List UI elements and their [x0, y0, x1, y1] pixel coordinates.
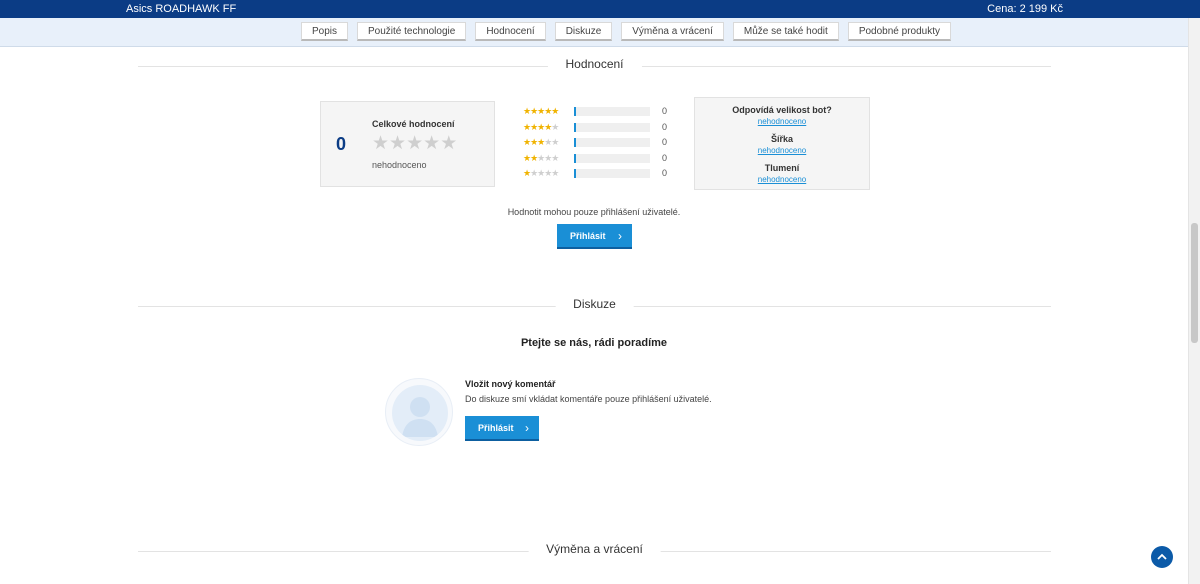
chevron-up-icon	[1157, 553, 1167, 560]
chevron-right-icon: ›	[525, 421, 529, 435]
product-price: Cena: 2 199 Kč	[987, 3, 1063, 15]
distribution-bar	[574, 122, 650, 132]
distribution-count: 0	[662, 137, 668, 147]
discussion-section-header: Diskuze	[138, 297, 1051, 317]
star-icon: ★	[372, 133, 390, 154]
cushioning-question: Tlumení	[764, 163, 800, 173]
stars-4-icon: ★★★★★	[523, 121, 559, 132]
distribution-bar	[574, 107, 650, 116]
distribution-bar	[574, 138, 650, 147]
rating-login-button[interactable]: Přihlásit ›	[557, 224, 632, 249]
overall-rating-stars: ★ ★ ★ ★ ★	[372, 133, 457, 155]
tab-list: Popis Použité technologie Hodnocení Disk…	[301, 22, 951, 41]
overall-rating-box: 0 Celkové hodnocení ★ ★ ★ ★ ★ nehodnoceno	[320, 101, 495, 187]
new-comment-title: Vložit nový komentář	[465, 379, 556, 389]
scrollbar-thumb[interactable]	[1191, 223, 1198, 343]
stars-3-icon: ★★★★★	[523, 137, 559, 147]
bar-marker	[574, 153, 576, 163]
discussion-login-button[interactable]: Přihlásit ›	[465, 416, 539, 441]
stars-5-icon: ★★★★★	[523, 106, 559, 116]
section-tab-bar: Popis Použité technologie Hodnocení Disk…	[0, 18, 1200, 47]
size-fit-box: Odpovídá velikost bot? nehodnoceno Šířka…	[694, 97, 870, 190]
distribution-count: 0	[662, 152, 668, 163]
distribution-row: ★★★★★ 0	[523, 106, 673, 122]
chevron-right-icon: ›	[618, 229, 622, 243]
button-label: Přihlásit	[478, 423, 514, 433]
distribution-row: ★★★★★ 0	[523, 153, 673, 169]
discussion-headline: Ptejte se nás, rádi poradíme	[520, 337, 668, 349]
overall-rating-status: nehodnoceno	[372, 160, 427, 170]
bar-marker	[574, 107, 576, 116]
rating-distribution: ★★★★★ 0 ★★★★★ 0 ★★★★★ 0 ★★★★★ 0 ★★★★★ 0	[523, 106, 673, 184]
tab-technologie[interactable]: Použité technologie	[357, 22, 467, 41]
cushioning-value-link[interactable]: nehodnoceno	[695, 175, 869, 184]
distribution-bar	[574, 169, 650, 178]
distribution-row: ★★★★★ 0	[523, 137, 673, 153]
distribution-count: 0	[662, 121, 668, 132]
tab-muze-se-hodit[interactable]: Může se také hodit	[732, 22, 839, 41]
overall-rating-label: Celkové hodnocení	[372, 119, 455, 129]
distribution-count: 0	[662, 106, 668, 116]
new-comment-note: Do diskuze smí vkládat komentáře pouze p…	[465, 394, 712, 404]
exchange-section-header: Výměna a vrácení	[138, 542, 1051, 562]
distribution-bar	[574, 153, 650, 163]
size-value-link[interactable]: nehodnoceno	[695, 117, 869, 126]
rating-section-title: Hodnocení	[547, 57, 642, 71]
star-icon: ★	[423, 133, 441, 154]
tab-diskuze[interactable]: Diskuze	[554, 22, 613, 41]
distribution-row: ★★★★★ 0	[523, 122, 673, 138]
bar-marker	[574, 122, 576, 132]
star-icon: ★	[406, 133, 424, 154]
stars-1-icon: ★★★★★	[523, 168, 559, 178]
tab-podobne-produkty[interactable]: Podobné produkty	[847, 22, 951, 41]
distribution-count: 0	[662, 168, 668, 178]
width-question: Šířka	[770, 134, 794, 144]
bar-marker	[574, 138, 576, 147]
star-icon: ★	[389, 133, 407, 154]
width-value-link[interactable]: nehodnoceno	[695, 146, 869, 155]
product-title: Asics ROADHAWK FF	[126, 3, 237, 15]
stars-2-icon: ★★★★★	[523, 152, 559, 163]
tab-popis[interactable]: Popis	[301, 22, 349, 41]
button-label: Přihlásit	[570, 231, 606, 241]
rating-login-note: Hodnotit mohou pouze přihlášení uživatel…	[507, 207, 681, 217]
product-header-bar: Asics ROADHAWK FF Cena: 2 199 Kč	[0, 0, 1200, 18]
size-question: Odpovídá velikost bot?	[732, 105, 832, 115]
overall-rating-value: 0	[336, 134, 347, 154]
avatar	[385, 378, 453, 446]
bar-marker	[574, 169, 576, 178]
distribution-row: ★★★★★ 0	[523, 168, 673, 184]
discussion-section-title: Diskuze	[555, 297, 634, 311]
exchange-section-title: Výměna a vrácení	[528, 542, 661, 556]
back-to-top-button[interactable]	[1151, 546, 1173, 568]
star-icon: ★	[440, 133, 458, 154]
tab-vymena[interactable]: Výměna a vrácení	[621, 22, 724, 41]
tab-hodnoceni[interactable]: Hodnocení	[475, 22, 546, 41]
user-placeholder-icon	[392, 385, 448, 441]
rating-section-header: Hodnocení	[138, 57, 1051, 77]
page-scrollbar[interactable]	[1188, 18, 1200, 584]
